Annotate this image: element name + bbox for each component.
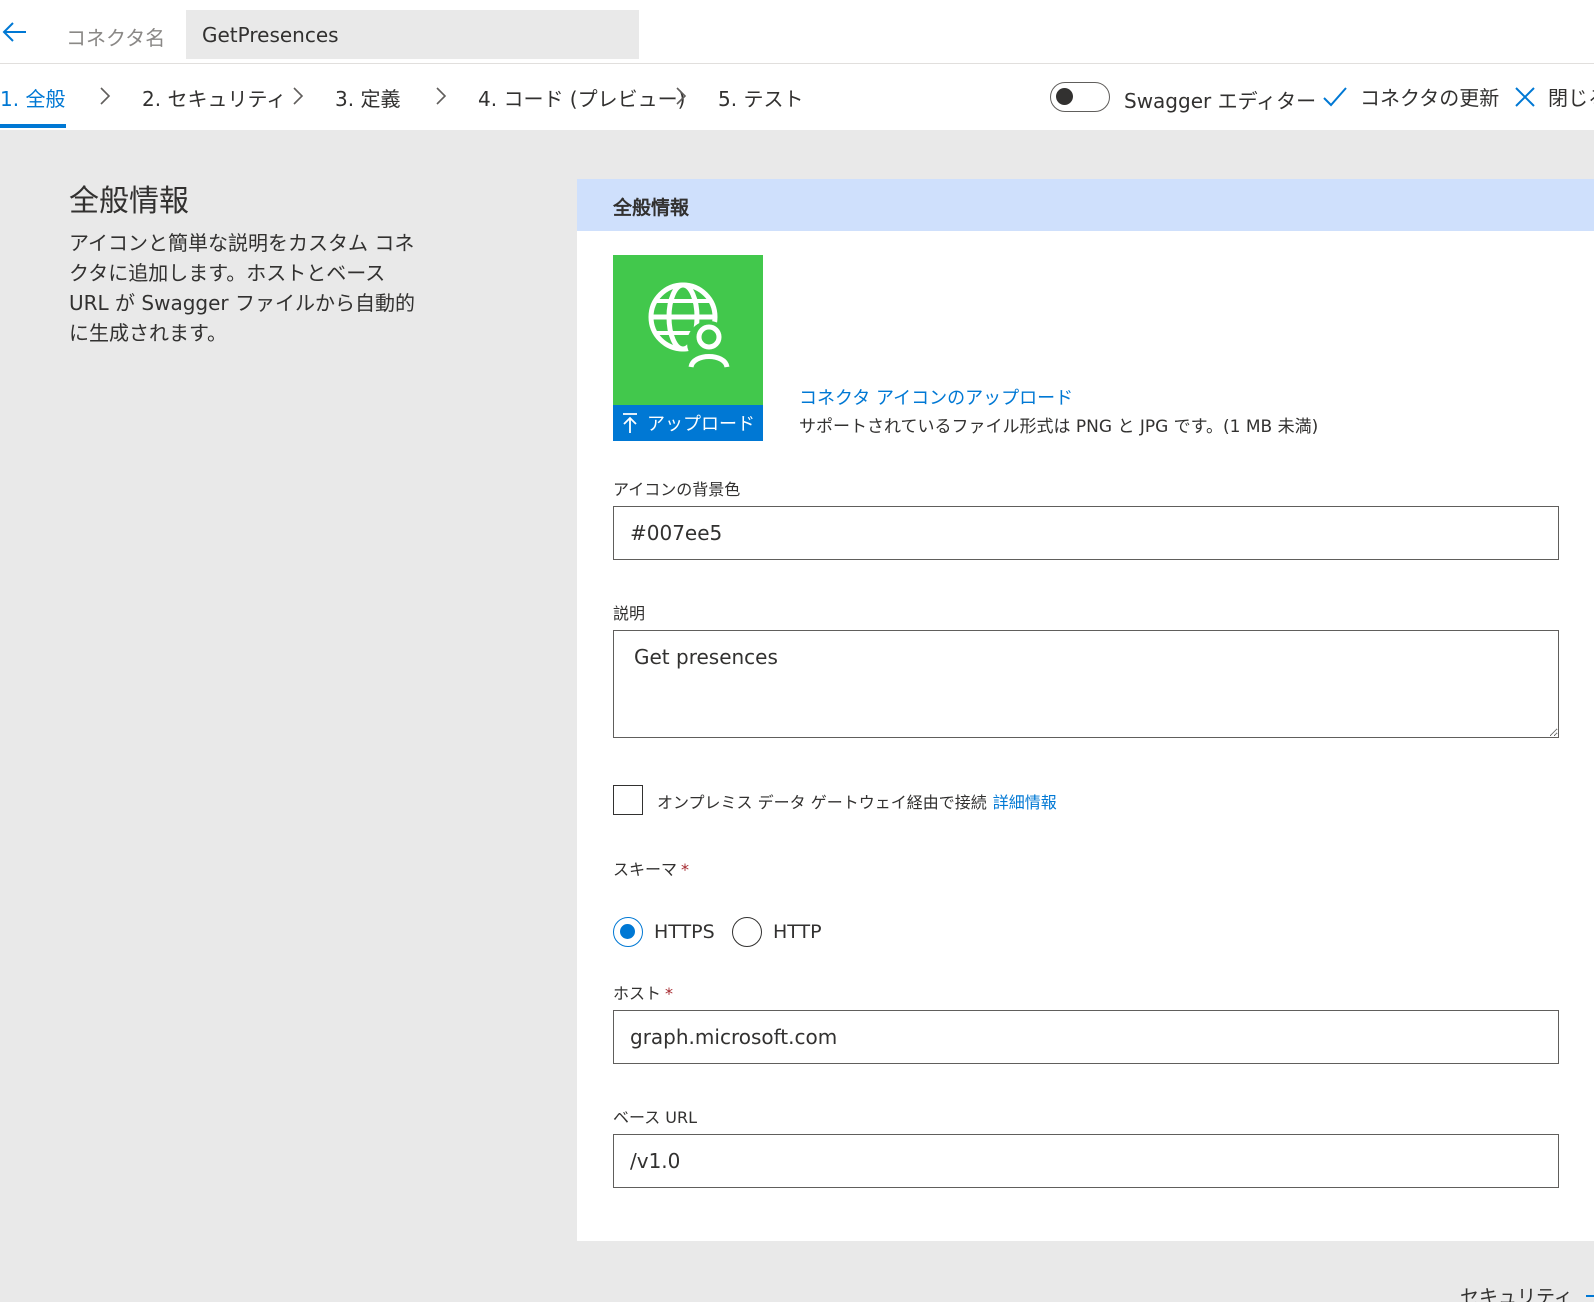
panel-header: 全般情報 <box>577 179 1594 231</box>
tab-code[interactable]: 4. コード (プレビュー) <box>478 83 685 112</box>
active-tab-indicator <box>0 124 66 128</box>
tab-general[interactable]: 1. 全般 <box>0 83 65 112</box>
host-label: ホスト * <box>613 980 673 1004</box>
connector-name-input[interactable] <box>186 10 639 59</box>
toggle-knob <box>1056 88 1073 105</box>
chevron-right-icon <box>293 87 304 105</box>
scheme-http-radio[interactable] <box>732 917 762 947</box>
arrow-right-icon <box>1585 1294 1594 1297</box>
section-title: 全般情報 <box>69 184 189 219</box>
next-link-label: セキュリティ <box>1460 1286 1573 1302</box>
scheme-label-text: スキーマ <box>613 860 678 879</box>
chevron-right-icon <box>676 87 687 105</box>
section-description: アイコンと簡単な説明をカスタム コネクタに追加します。ホストとベース URL が… <box>69 231 415 345</box>
close-icon <box>1515 86 1535 107</box>
tab-definition[interactable]: 3. 定義 <box>335 83 400 112</box>
base-url-input[interactable] <box>613 1134 1559 1188</box>
connector-name-label: コネクタ名 <box>66 26 166 50</box>
swagger-editor-label: Swagger エディター <box>1124 89 1317 113</box>
update-connector-button[interactable]: コネクタの更新 <box>1322 82 1499 111</box>
upload-arrow-icon <box>623 413 637 433</box>
tab-security[interactable]: 2. セキュリティ <box>142 83 286 112</box>
scheme-label: スキーマ * <box>613 856 689 880</box>
close-button[interactable]: 閉じる <box>1514 82 1594 111</box>
connector-icon-preview <box>613 255 763 405</box>
update-connector-label: コネクタの更新 <box>1360 86 1500 110</box>
header-bar: コネクタ名 <box>0 0 1594 64</box>
general-info-panel: 全般情報 アップロード コネクタ アイコンのアップロード サポートされているファ… <box>577 179 1594 1241</box>
next-security-link[interactable]: セキュリティ <box>1460 1282 1594 1302</box>
required-asterisk: * <box>665 984 674 1003</box>
gateway-checkbox[interactable] <box>613 785 643 815</box>
required-asterisk: * <box>681 860 690 879</box>
panel-header-title: 全般情報 <box>613 197 690 219</box>
back-arrow-icon[interactable] <box>0 18 28 46</box>
scheme-http-label: HTTP <box>773 921 822 943</box>
icon-bg-color-input[interactable] <box>613 506 1559 560</box>
gateway-label-text: オンプレミス データ ゲートウェイ経由で接続 <box>657 793 987 812</box>
upload-icon-link[interactable]: コネクタ アイコンのアップロード <box>799 384 1073 410</box>
gateway-checkbox-label: オンプレミス データ ゲートウェイ経由で接続 詳細情報 <box>657 789 1057 813</box>
close-label: 閉じる <box>1548 86 1594 110</box>
chevron-right-icon <box>436 87 447 105</box>
host-input[interactable] <box>613 1010 1559 1064</box>
upload-format-note: サポートされているファイル形式は PNG と JPG です。(1 MB 未満) <box>799 417 1319 437</box>
scheme-https-radio[interactable] <box>613 917 643 947</box>
scheme-https-label: HTTPS <box>654 921 715 943</box>
description-textarea[interactable]: Get presences <box>613 630 1559 738</box>
upload-button[interactable]: アップロード <box>613 405 763 441</box>
wizard-tabs: 1. 全般 2. セキュリティ 3. 定義 4. コード (プレビュー) 5. … <box>0 64 1594 130</box>
chevron-right-icon <box>100 87 111 105</box>
globe-user-icon <box>648 282 731 368</box>
host-label-text: ホスト <box>613 984 662 1003</box>
tab-test[interactable]: 5. テスト <box>718 83 803 112</box>
learn-more-link[interactable]: 詳細情報 <box>993 793 1057 812</box>
checkmark-icon <box>1323 86 1347 106</box>
swagger-editor-toggle[interactable] <box>1050 82 1110 112</box>
base-url-label: ベース URL <box>613 1108 698 1127</box>
upload-button-label: アップロード <box>647 414 755 435</box>
icon-bg-color-label: アイコンの背景色 <box>613 480 741 499</box>
description-label: 説明 <box>613 604 646 623</box>
